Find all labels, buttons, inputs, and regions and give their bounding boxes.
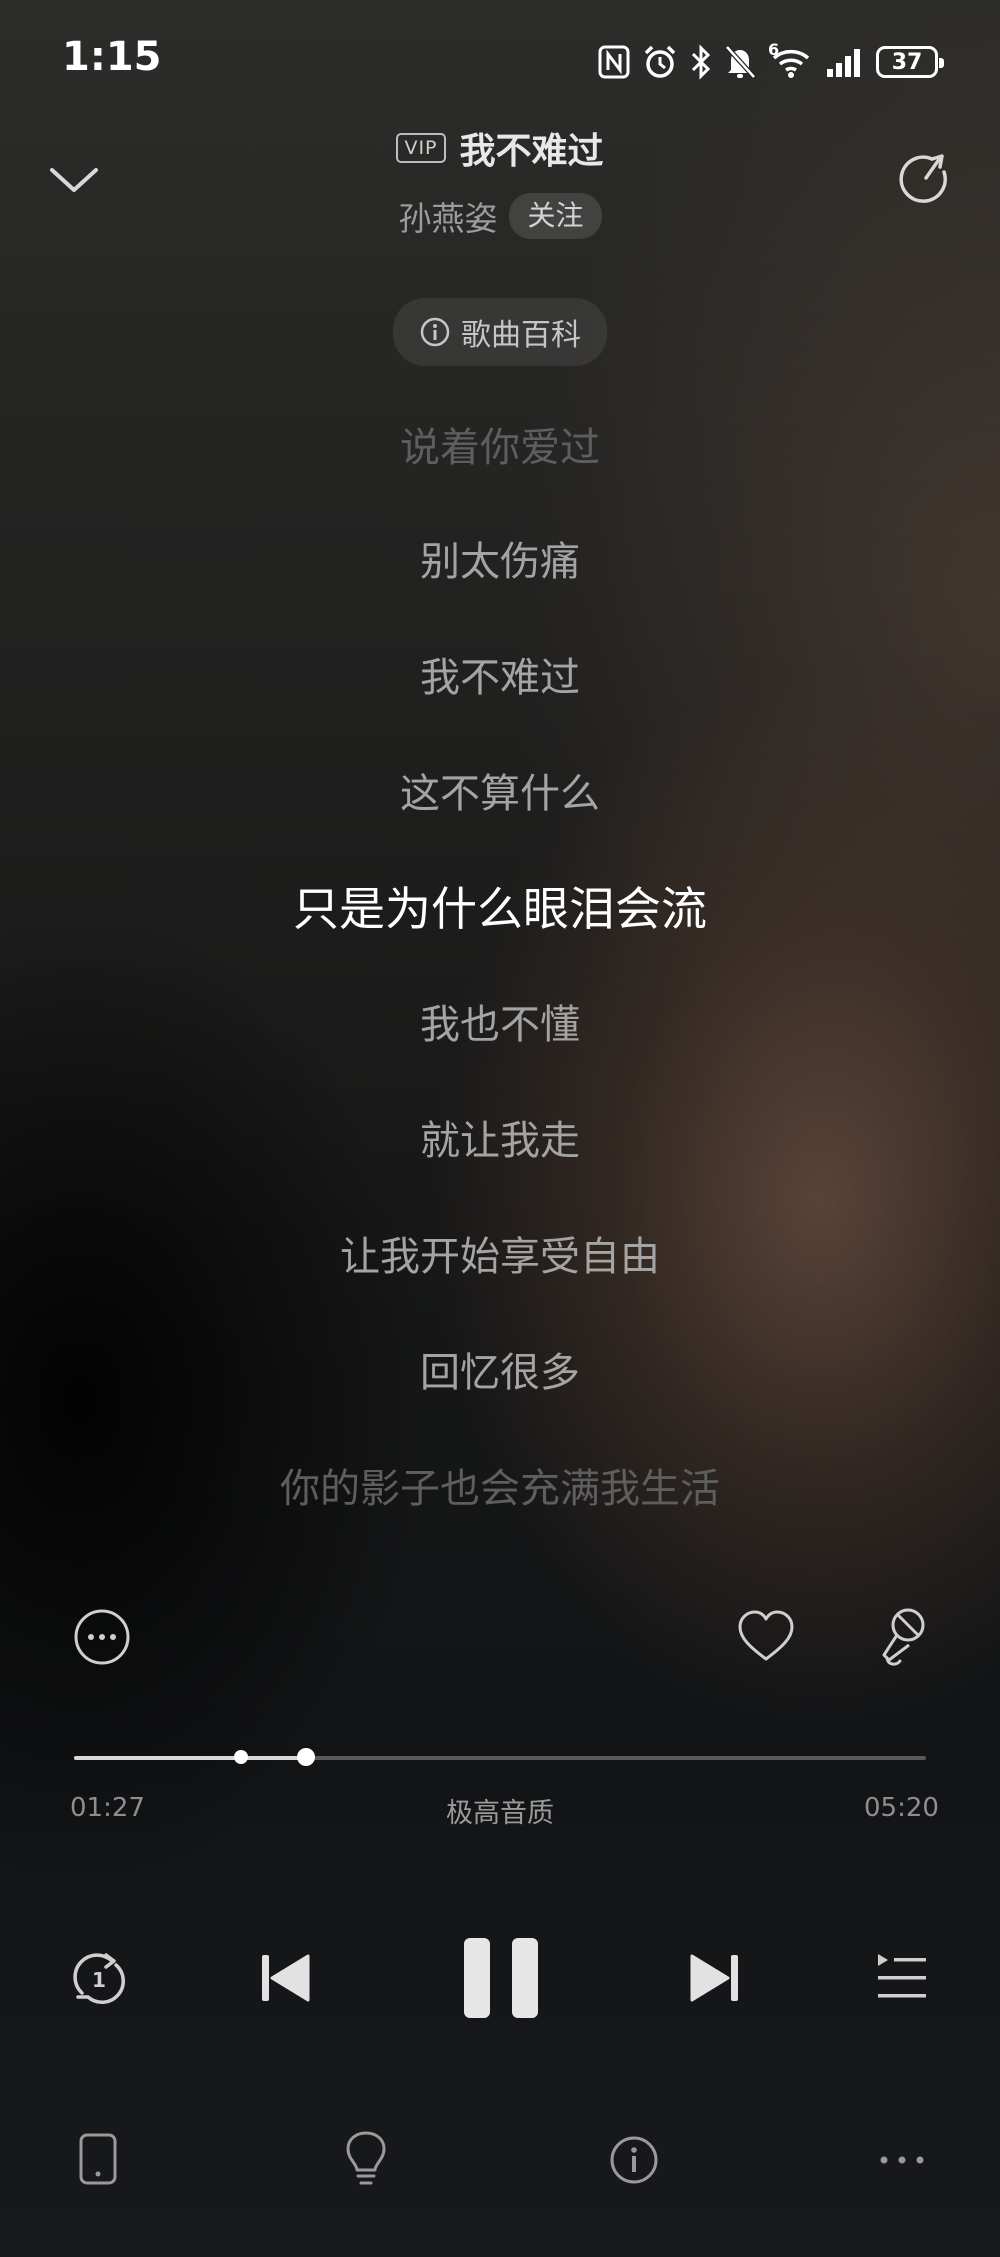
- more-circle-icon: [74, 1609, 130, 1665]
- microphone-icon: [882, 1608, 925, 1666]
- phone-device-icon: [79, 2133, 117, 2185]
- battery-icon: 37: [876, 46, 944, 78]
- artist-row: 孙燕姿 关注: [0, 190, 1000, 242]
- light-effect-button[interactable]: [340, 2130, 392, 2188]
- audio-quality-label[interactable]: 极高音质: [0, 1791, 1000, 1830]
- lyric-line[interactable]: 让我开始享受自由: [0, 1227, 1000, 1287]
- playlist-icon: [878, 1954, 926, 1998]
- more-horizontal-icon: [880, 2156, 924, 2164]
- status-time: 1:15: [62, 34, 162, 80]
- previous-track-button[interactable]: [258, 1950, 314, 2006]
- repeat-badge: 1: [92, 1968, 106, 1992]
- playlist-button[interactable]: [874, 1950, 930, 2006]
- song-info-button[interactable]: [608, 2134, 660, 2186]
- lyric-line[interactable]: 你的影子也会充满我生活: [0, 1459, 1000, 1519]
- status-bar: 1:15 6 37: [0, 0, 1000, 120]
- info-icon: [420, 317, 450, 347]
- pause-button[interactable]: [462, 1936, 540, 2020]
- lyric-line[interactable]: 就让我走: [0, 1111, 1000, 1171]
- lyric-line[interactable]: 别太伤痛: [0, 532, 1000, 592]
- follow-button[interactable]: 关注: [509, 193, 602, 239]
- pause-icon: [464, 1938, 538, 2018]
- lyric-line[interactable]: 我不难过: [0, 648, 1000, 708]
- progress-bar[interactable]: [74, 1748, 926, 1766]
- skip-previous-icon: [262, 1954, 310, 2002]
- device-button[interactable]: [78, 2132, 118, 2188]
- lightbulb-icon: [346, 2131, 386, 2185]
- nfc-icon: [598, 45, 630, 79]
- karaoke-button[interactable]: [876, 1605, 936, 1669]
- wifi-icon: 6: [768, 40, 814, 80]
- artist-name[interactable]: 孙燕姿: [398, 192, 497, 240]
- alarm-icon: [644, 45, 676, 78]
- lyric-line-current[interactable]: 只是为什么眼泪会流: [0, 879, 1000, 939]
- lyric-line[interactable]: 回忆很多: [0, 1343, 1000, 1403]
- like-button[interactable]: [736, 1607, 796, 1667]
- total-time: 05:20: [864, 1793, 939, 1823]
- bluetooth-icon: [691, 44, 711, 80]
- mute-bell-icon: [725, 45, 756, 79]
- song-wiki-button[interactable]: 歌曲百科: [393, 298, 607, 366]
- lyric-line[interactable]: 说着你爱过: [0, 418, 1000, 478]
- info-circle-icon: [610, 2136, 658, 2184]
- song-wiki-label: 歌曲百科: [461, 318, 581, 353]
- status-icons: 6 37: [598, 38, 944, 86]
- next-track-button[interactable]: [686, 1950, 742, 2006]
- skip-next-icon: [690, 1954, 738, 2002]
- battery-level: 37: [891, 49, 923, 75]
- signal-icon: [827, 49, 860, 77]
- song-title: 我不难过: [459, 131, 604, 172]
- repeat-one-icon: 1: [73, 1953, 126, 2005]
- vip-badge: VIP: [396, 133, 446, 163]
- repeat-one-button[interactable]: 1: [68, 1947, 130, 2009]
- progress-fill: [74, 1756, 306, 1760]
- song-title-row: VIP 我不难过: [0, 122, 1000, 174]
- progress-thumb[interactable]: [296, 1748, 315, 1766]
- more-menu-button[interactable]: [878, 2150, 926, 2170]
- wiki-row: 歌曲百科: [0, 298, 1000, 366]
- buffer-marker: [233, 1750, 248, 1764]
- more-options-button[interactable]: [72, 1607, 132, 1667]
- lyric-line[interactable]: 我也不懂: [0, 995, 1000, 1055]
- lyric-line[interactable]: 这不算什么: [0, 764, 1000, 824]
- heart-icon: [738, 1610, 794, 1661]
